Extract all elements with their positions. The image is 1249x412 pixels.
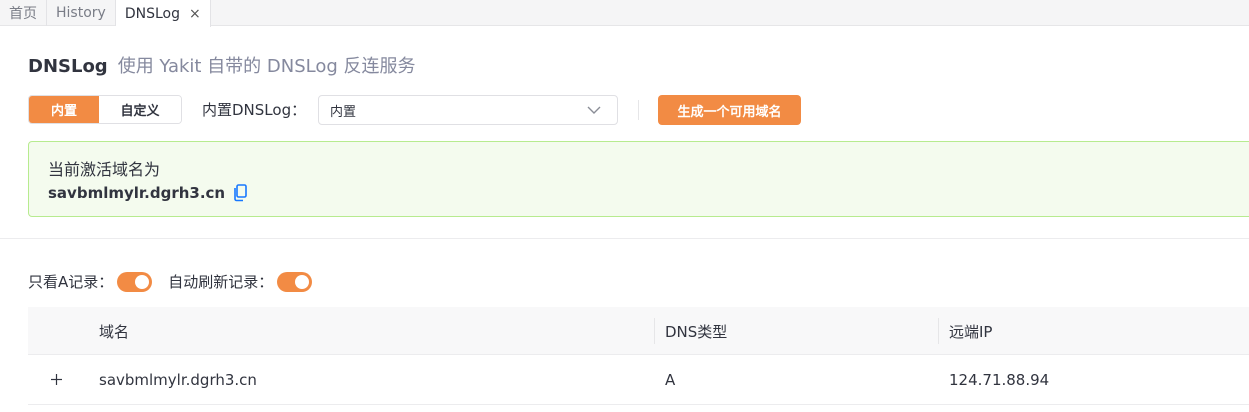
generate-domain-button[interactable]: 生成一个可用域名	[658, 95, 801, 125]
cell-domain: savbmlmylr.dgrh3.cn	[99, 371, 257, 389]
dnslog-select-value: 内置	[330, 104, 357, 120]
auto-refresh-switch[interactable]	[277, 271, 313, 292]
section-divider	[0, 238, 1249, 239]
tab-history[interactable]: History	[47, 0, 116, 26]
switch-knob	[295, 274, 310, 289]
tab-label: 首页	[9, 6, 37, 22]
only-a-record-label: 只看A记录：	[28, 273, 114, 291]
cell-dns-type: A	[665, 371, 676, 389]
filter-toggles: 只看A记录： 自动刷新记录：	[28, 271, 328, 292]
tab-label: DNSLog	[124, 5, 180, 22]
tab-home[interactable]: 首页	[0, 0, 47, 26]
tab-dnslog[interactable]: DNSLog ×	[115, 0, 211, 27]
column-header-remote-ip[interactable]: 远端IP	[949, 321, 992, 342]
dnslog-select[interactable]: 内置	[318, 95, 618, 125]
divider	[638, 100, 639, 120]
page-header: DNSLog 使用 Yakit 自带的 DNSLog 反连服务	[28, 52, 416, 78]
cell-remote-ip: 124.71.88.94	[949, 371, 1050, 389]
mode-segmented-control: 内置 自定义	[28, 95, 182, 124]
table-row[interactable]: savbmlmylr.dgrh3.cn A 124.71.88.94	[28, 356, 1249, 405]
dnslog-select-label: 内置DNSLog：	[202, 101, 307, 119]
chevron-down-icon	[587, 106, 601, 114]
page-title: DNSLog	[28, 56, 108, 77]
auto-refresh-label: 自动刷新记录：	[168, 273, 274, 291]
column-separator	[938, 318, 939, 344]
table-header: 域名 DNS类型 远端IP	[28, 307, 1249, 355]
column-header-dns-type[interactable]: DNS类型	[665, 321, 727, 342]
page-subtitle: 使用 Yakit 自带的 DNSLog 反连服务	[117, 56, 416, 77]
tab-label: History	[56, 5, 106, 21]
close-icon[interactable]: ×	[189, 7, 201, 21]
active-domain-title: 当前激活域名为	[48, 160, 161, 179]
tab-bar: 首页 History DNSLog ×	[0, 0, 1249, 27]
active-domain-row: savbmlmylr.dgrh3.cn	[48, 184, 248, 202]
expand-icon[interactable]	[49, 372, 64, 387]
active-domain-value: savbmlmylr.dgrh3.cn	[48, 184, 226, 202]
switch-knob	[135, 274, 150, 289]
copy-icon[interactable]	[232, 184, 248, 202]
column-separator	[654, 318, 655, 344]
column-header-domain[interactable]: 域名	[99, 321, 129, 342]
active-domain-alert: 当前激活域名为 savbmlmylr.dgrh3.cn	[28, 141, 1249, 217]
only-a-record-switch[interactable]	[117, 271, 153, 292]
mode-custom-button[interactable]: 自定义	[99, 96, 181, 123]
mode-builtin-button[interactable]: 内置	[29, 96, 99, 123]
